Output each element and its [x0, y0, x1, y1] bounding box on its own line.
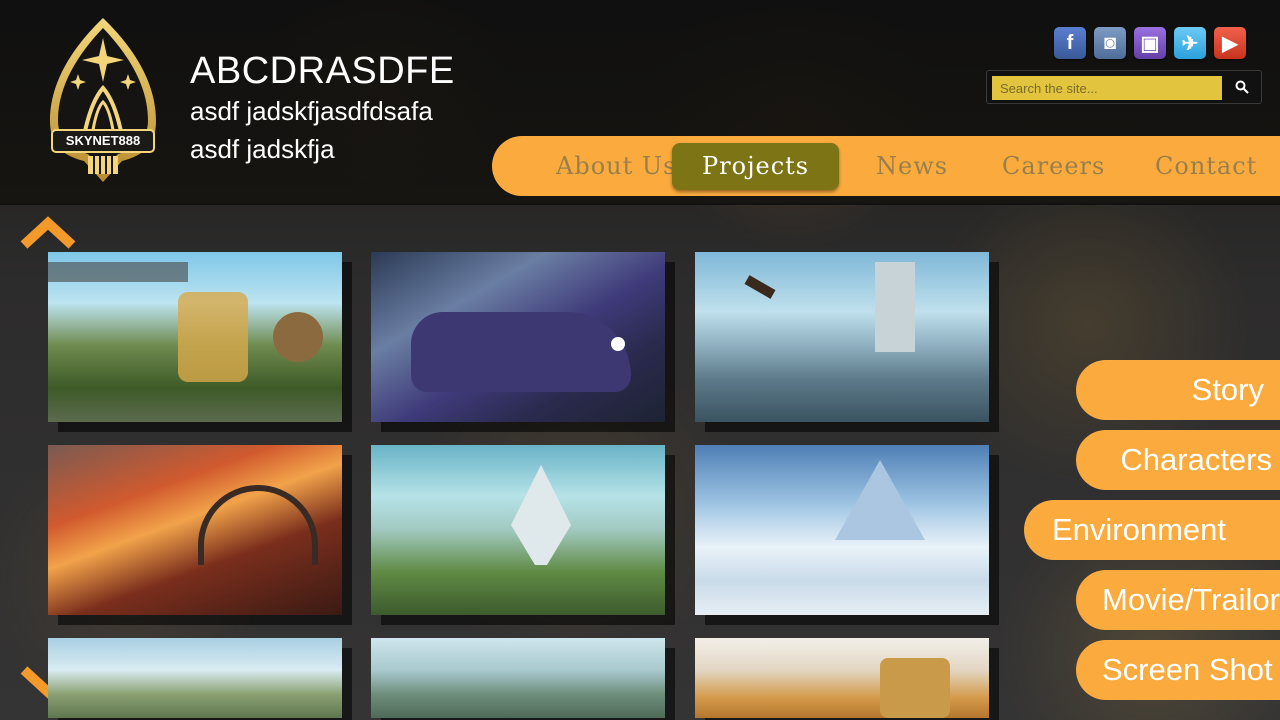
facebook-icon[interactable]: f [1054, 27, 1086, 59]
site-subtitle-line1: asdf jadskfjasdfdsafa [190, 96, 433, 126]
gallery-thumb-5[interactable] [371, 445, 665, 615]
social-links: f ◙ ▣ ✈ ▶ [1054, 27, 1246, 59]
search-input[interactable] [992, 76, 1222, 100]
nav-about-us[interactable]: About Us [556, 136, 676, 196]
nav-careers[interactable]: Careers [1002, 136, 1105, 196]
site-title: ABCDRASDFE [190, 50, 455, 92]
search-icon [1235, 80, 1249, 94]
gallery-thumb-6[interactable] [695, 445, 989, 615]
instagram-icon[interactable]: ◙ [1094, 27, 1126, 59]
search-bar [986, 70, 1262, 104]
gallery-thumb-1[interactable] [48, 252, 342, 422]
main-nav: About Us Projects News Careers Contact [492, 136, 1280, 196]
skynet-logo[interactable] [44, 16, 162, 184]
gallery-thumb-8[interactable] [371, 638, 665, 718]
youtube-icon[interactable]: ▶ [1214, 27, 1246, 59]
nav-contact[interactable]: Contact [1155, 136, 1257, 196]
gallery-thumb-4[interactable] [48, 445, 342, 615]
gallery-thumb-9[interactable] [695, 638, 989, 718]
side-menu-characters[interactable]: Characters [1076, 430, 1280, 490]
gallery-thumb-2[interactable] [371, 252, 665, 422]
gallery-thumb-3[interactable] [695, 252, 989, 422]
side-menu-story[interactable]: Story [1076, 360, 1280, 420]
gallery-thumb-7[interactable] [48, 638, 342, 718]
search-button[interactable] [1223, 71, 1261, 103]
side-menu-environment[interactable]: Environment [1024, 500, 1280, 560]
nav-projects[interactable]: Projects [672, 143, 840, 190]
scroll-up-chevron-icon[interactable] [18, 215, 78, 251]
site-subtitle-line2: asdf jadskfja [190, 134, 335, 164]
twitch-icon[interactable]: ▣ [1134, 27, 1166, 59]
nav-news[interactable]: News [876, 136, 948, 196]
side-menu-movie-trailor[interactable]: Movie/Trailor [1076, 570, 1280, 630]
site-header: SKYNET888 ABCDRASDFE asdf jadskfjasdfdsa… [0, 0, 1280, 205]
logo-text: SKYNET888 [65, 133, 141, 148]
twitter-icon[interactable]: ✈ [1174, 27, 1206, 59]
side-menu-screen-shot[interactable]: Screen Shot [1076, 640, 1280, 700]
